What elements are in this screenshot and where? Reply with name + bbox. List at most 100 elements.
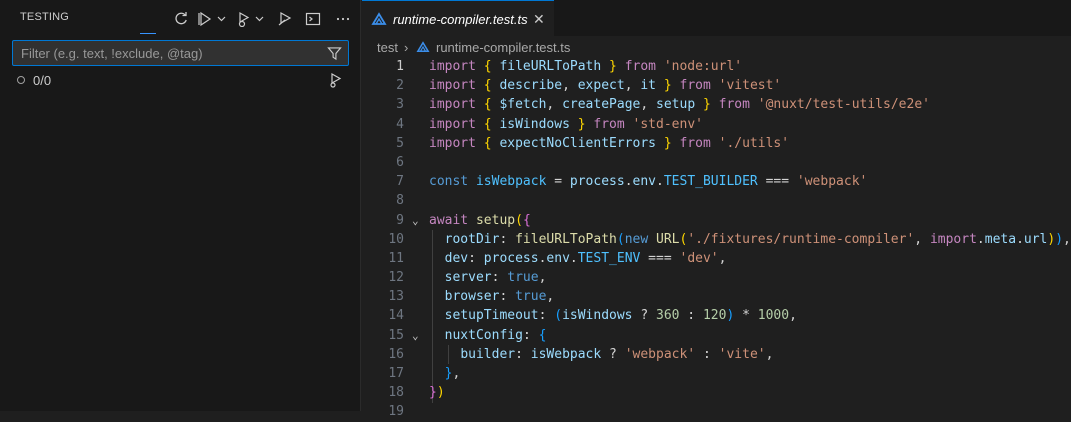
code-text: import { $fetch, createPage, setup } fro… (429, 95, 930, 114)
fold-chevron-icon[interactable]: ⌄ (412, 326, 419, 345)
code-token: process (483, 250, 539, 266)
code-token: , (538, 270, 547, 286)
code-token: , (1063, 231, 1071, 247)
code-token: ( (554, 308, 563, 324)
code-token: ( (616, 231, 625, 247)
code-token: dev (444, 250, 469, 266)
code-token: { (483, 116, 492, 132)
code-token: , (546, 289, 555, 305)
fold-chevron-icon[interactable]: ⌄ (412, 211, 419, 230)
breadcrumb-file[interactable]: runtime-compiler.test.ts (436, 40, 570, 55)
line-number: 18 (388, 385, 404, 401)
code-text: dev: process.env.TEST_ENV === 'dev', (429, 249, 727, 268)
code-token: : (695, 346, 719, 362)
code-token: : (679, 308, 703, 324)
show-output-icon[interactable] (302, 9, 324, 29)
code-token: './fixtures/runtime-compiler' (687, 231, 915, 247)
code-token: 120 (702, 308, 727, 324)
code-token: 'node:url' (663, 59, 743, 74)
test-filter-input[interactable] (13, 41, 313, 65)
code-token: . (624, 174, 633, 190)
tab-runtime-compiler-test[interactable]: runtime-compiler.test.ts ✕ (362, 0, 554, 36)
testing-sidebar: TESTING Filter (e.g. text, !exclude, @ta… (0, 0, 361, 411)
code-token: ? (632, 308, 656, 324)
code-token: from (679, 78, 711, 94)
code-token: isWindows (562, 308, 633, 324)
close-icon[interactable]: ✕ (533, 12, 545, 26)
more-actions-icon[interactable] (332, 9, 354, 29)
line-number: 5 (396, 135, 404, 151)
run-item-icon[interactable] (327, 72, 343, 91)
code-token: './utils' (718, 135, 790, 151)
code-token: isWebpack (530, 346, 602, 362)
code-token: isWindows (499, 116, 570, 132)
view-indicator (140, 33, 156, 34)
filter-icon[interactable] (327, 46, 342, 64)
code-token: { (483, 97, 492, 113)
code-token: 1000 (757, 308, 790, 324)
code-line: 19 (362, 402, 1071, 421)
code-line: 1 import { fileURLToPath } from 'node:url… (362, 57, 1071, 76)
code-token: import (429, 59, 476, 74)
code-token: , (765, 346, 774, 362)
sidebar-title: TESTING (20, 11, 70, 23)
code-line: 2 import { describe, expect, it } from 'v… (362, 76, 1071, 95)
line-number: 4 (396, 116, 404, 132)
code-token: import (429, 116, 476, 132)
run-tests-icon[interactable] (198, 9, 232, 29)
test-result-row[interactable]: 0/0 (0, 69, 360, 91)
code-token: , (546, 97, 563, 113)
breadcrumb-folder[interactable]: test (377, 40, 398, 55)
line-number: 16 (388, 346, 404, 362)
code-text: rootDir: fileURLToPath(new URL('./fixtur… (429, 230, 1071, 249)
code-token: { (483, 135, 492, 151)
refresh-icon[interactable] (170, 9, 192, 29)
code-text: await setup({ (429, 211, 531, 230)
code-line: 12 server: true, (362, 268, 1071, 287)
code-token: . (976, 231, 985, 247)
code-area[interactable]: 1 import { fileURLToPath } from 'node:url… (362, 57, 1071, 422)
code-line: 7 const isWebpack = process.env.TEST_BUIL… (362, 172, 1071, 191)
debug-tests-icon[interactable] (236, 9, 270, 29)
code-token: : (538, 308, 555, 324)
code-token: setup (475, 212, 516, 228)
code-token: import (429, 78, 476, 94)
code-line: 4 import { isWindows } from 'std-env' (362, 115, 1071, 134)
breadcrumb: test › runtime-compiler.test.ts (362, 36, 1071, 58)
test-count: 0/0 (33, 73, 52, 88)
code-token: server (444, 270, 492, 286)
code-token: it (640, 78, 657, 94)
typescript-test-icon (416, 41, 430, 56)
code-text: nuxtConfig: { (429, 326, 547, 345)
code-text: }) (429, 383, 445, 402)
code-token: ) (1055, 231, 1064, 247)
run-coverage-icon[interactable] (274, 9, 296, 29)
code-token: , (562, 78, 578, 94)
tab-bar: runtime-compiler.test.ts ✕ (362, 0, 1071, 36)
tab-label: runtime-compiler.test.ts (393, 12, 528, 27)
code-token: new (624, 231, 649, 247)
code-token: , (718, 250, 727, 266)
code-line: 11 dev: process.env.TEST_ENV === 'dev', (362, 249, 1071, 268)
code-line: 3 import { $fetch, createPage, setup } fr… (362, 95, 1071, 114)
code-token: $fetch (499, 97, 547, 113)
code-text: setupTimeout: (isWindows ? 360 : 120) * … (429, 306, 797, 325)
code-token: env (632, 174, 657, 190)
